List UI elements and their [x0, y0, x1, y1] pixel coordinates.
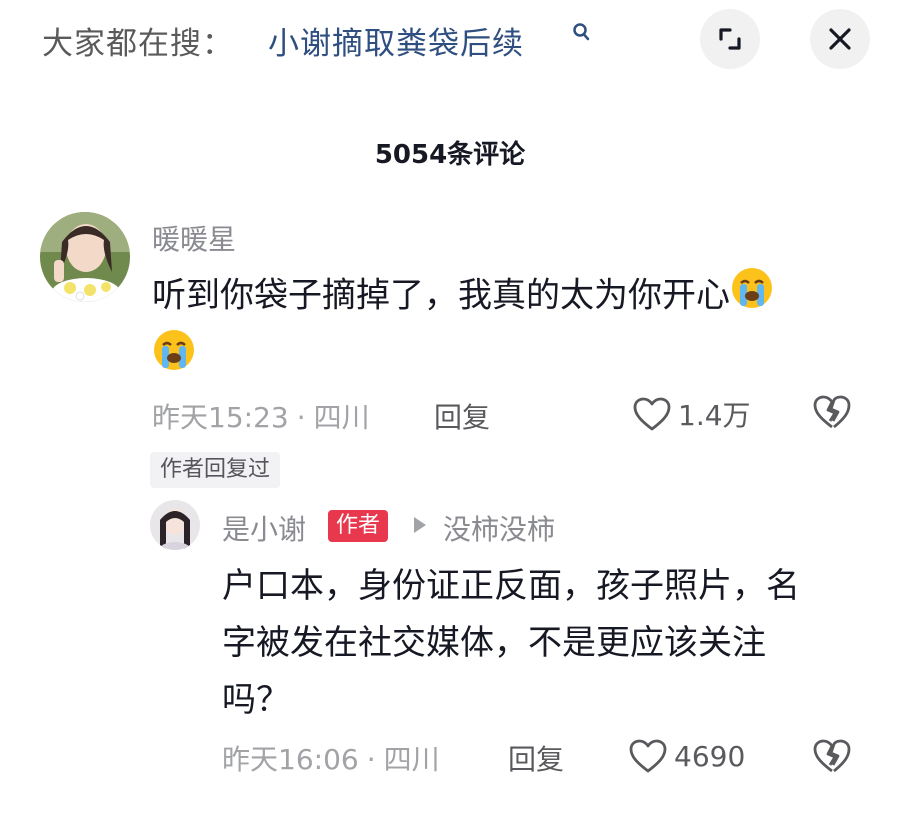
- reply-text: 户口本，身份证正反面，孩子照片，名 字被发在社交媒体，不是更应该关注 吗？: [222, 558, 872, 729]
- loudly-crying-face-emoji: [152, 328, 196, 390]
- comment-time: 昨天15:23: [152, 401, 289, 434]
- dislike-button[interactable]: [812, 738, 852, 778]
- avatar[interactable]: [150, 500, 200, 550]
- author-replied-tag[interactable]: 作者回复过: [150, 452, 281, 488]
- comment-username[interactable]: 暖暖星: [152, 218, 236, 258]
- like-button[interactable]: 1.4万: [632, 394, 751, 434]
- reply-meta: 昨天16:06 · 四川: [222, 738, 440, 778]
- comment-text-line: 听到你袋子摘掉了，我真的太为你开心: [152, 275, 730, 316]
- reply-button[interactable]: 回复: [508, 738, 564, 778]
- close-button[interactable]: [810, 9, 870, 69]
- broken-heart-icon: [813, 739, 851, 773]
- search-suggestion-link[interactable]: 小谢摘取粪袋后续: [268, 18, 524, 63]
- comment-location: 四川: [313, 401, 370, 434]
- reply-text-line: 字被发在社交媒体，不是更应该关注: [222, 623, 766, 663]
- loudly-crying-face-emoji: [730, 266, 774, 328]
- comment-text: 听到你袋子摘掉了，我真的太为你开心: [152, 266, 852, 390]
- meta-separator: ·: [366, 743, 376, 776]
- reply-username[interactable]: 是小谢: [222, 508, 306, 548]
- search-prefix-label: 大家都在搜：: [42, 26, 234, 62]
- reply-button[interactable]: 回复: [434, 396, 490, 436]
- comment-count-title: 5054条评论: [374, 140, 526, 170]
- heart-icon: [629, 739, 667, 773]
- like-button[interactable]: 4690: [628, 738, 745, 774]
- reply-location: 四川: [383, 743, 440, 776]
- author-badge: 作者: [328, 510, 389, 542]
- like-count: 4690: [674, 739, 746, 773]
- heart-icon: [633, 397, 671, 431]
- play-arrow-icon: [412, 516, 428, 538]
- expand-button[interactable]: [700, 9, 760, 69]
- like-count: 1.4万: [678, 399, 751, 432]
- reply-target-username[interactable]: 没柿没柿: [443, 508, 555, 548]
- comment-meta: 昨天15:23 · 四川: [152, 396, 370, 436]
- avatar[interactable]: [40, 212, 130, 302]
- reply-text-line: 户口本，身份证正反面，孩子照片，名: [222, 566, 800, 606]
- top-bar: 大家都在搜： 小谢摘取粪袋后续: [0, 0, 900, 80]
- reply-text-line: 吗？: [222, 680, 290, 720]
- dislike-button[interactable]: [812, 394, 852, 434]
- close-icon: [829, 28, 851, 50]
- meta-separator: ·: [296, 401, 306, 434]
- reply-time: 昨天16:06: [222, 743, 359, 776]
- broken-heart-icon: [813, 395, 851, 429]
- search-icon[interactable]: [572, 22, 592, 48]
- expand-icon: [719, 28, 741, 50]
